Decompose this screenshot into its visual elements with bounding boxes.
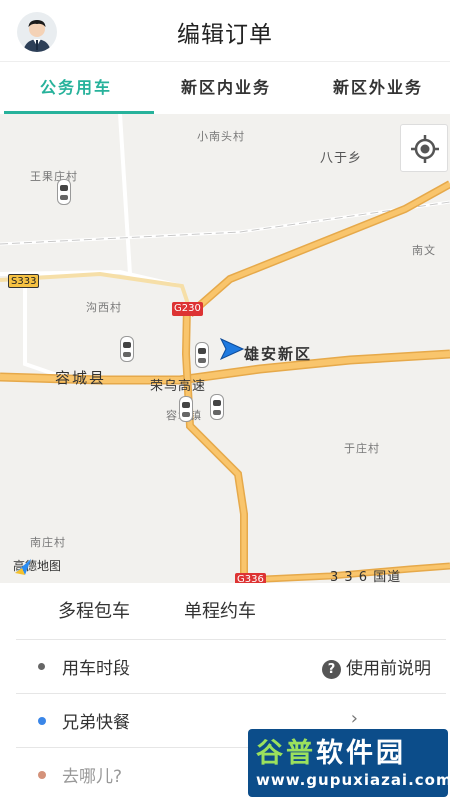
multi-trip-option[interactable]: 多程包车 [58, 597, 130, 623]
usage-instructions-link[interactable]: ? 使用前说明 [322, 654, 431, 679]
place-wangguozhuang: 王果庄村 [30, 170, 78, 183]
place-nanwen: 南文 [412, 244, 436, 257]
tab-official-car[interactable]: 公务用车 [40, 62, 112, 114]
watermark-url: www.gupuxiazai.com [256, 771, 448, 789]
car-marker[interactable] [210, 394, 224, 420]
car-marker[interactable] [195, 342, 209, 368]
road-shield-g230: G230 [172, 302, 203, 316]
locate-me-button[interactable] [400, 124, 448, 172]
watermark-name: 谷普软件园 [256, 738, 406, 769]
place-nanzhuang: 南庄村 [30, 536, 66, 549]
road-shield-s333: S333 [8, 274, 40, 288]
place-xiaonantou: 小南头村 [197, 130, 245, 143]
site-watermark: 谷普软件园 www.gupuxiazai.com [248, 729, 448, 797]
tab-inside-new-area[interactable]: 新区内业务 [181, 62, 271, 114]
road-g336-label: 3 3 6 国道 [330, 570, 402, 583]
chevron-right-icon: › [350, 708, 358, 729]
map-view[interactable]: 小南头村 八于乡 王果庄村 南文 沟西村 雄安新区 容城县 荣乌高速 容城镇 于… [0, 114, 450, 583]
place-xiongan: 雄安新区 [244, 345, 313, 363]
place-bayu: 八于乡 [320, 151, 363, 166]
crosshair-icon [411, 135, 439, 163]
pickup-location: 兄弟快餐 [62, 713, 130, 733]
page-title: 编辑订单 [177, 22, 273, 48]
clock-icon [38, 663, 45, 670]
place-yuzhuang: 于庄村 [344, 442, 380, 455]
destination-dot-icon [38, 771, 46, 779]
tab-outside-new-area[interactable]: 新区外业务 [333, 62, 423, 114]
place-rongcheng-county: 容城县 [55, 369, 107, 387]
map-provider-logo: 高德地图 [13, 557, 61, 575]
car-marker[interactable] [179, 396, 193, 422]
time-period-label: 用车时段 [62, 659, 130, 679]
time-period-row[interactable]: 用车时段 ? 使用前说明 [16, 639, 446, 693]
app-header: 编辑订单 [0, 0, 450, 62]
place-gouxi: 沟西村 [86, 301, 122, 314]
pickup-dot-icon [38, 717, 46, 725]
amap-logo-icon [15, 559, 31, 575]
location-arrow-icon [220, 338, 244, 360]
car-marker[interactable] [120, 336, 134, 362]
destination-input[interactable]: 去哪儿? [62, 762, 122, 787]
car-marker[interactable] [57, 179, 71, 205]
usage-instructions-label: 使用前说明 [346, 659, 431, 679]
road-shield-g336: G336 [235, 573, 266, 583]
road-rongwu: 荣乌高速 [150, 379, 207, 394]
question-icon: ? [322, 660, 341, 679]
single-trip-option[interactable]: 单程约车 [184, 597, 256, 623]
category-tabs: 公务用车 新区内业务 新区外业务 [0, 62, 450, 114]
